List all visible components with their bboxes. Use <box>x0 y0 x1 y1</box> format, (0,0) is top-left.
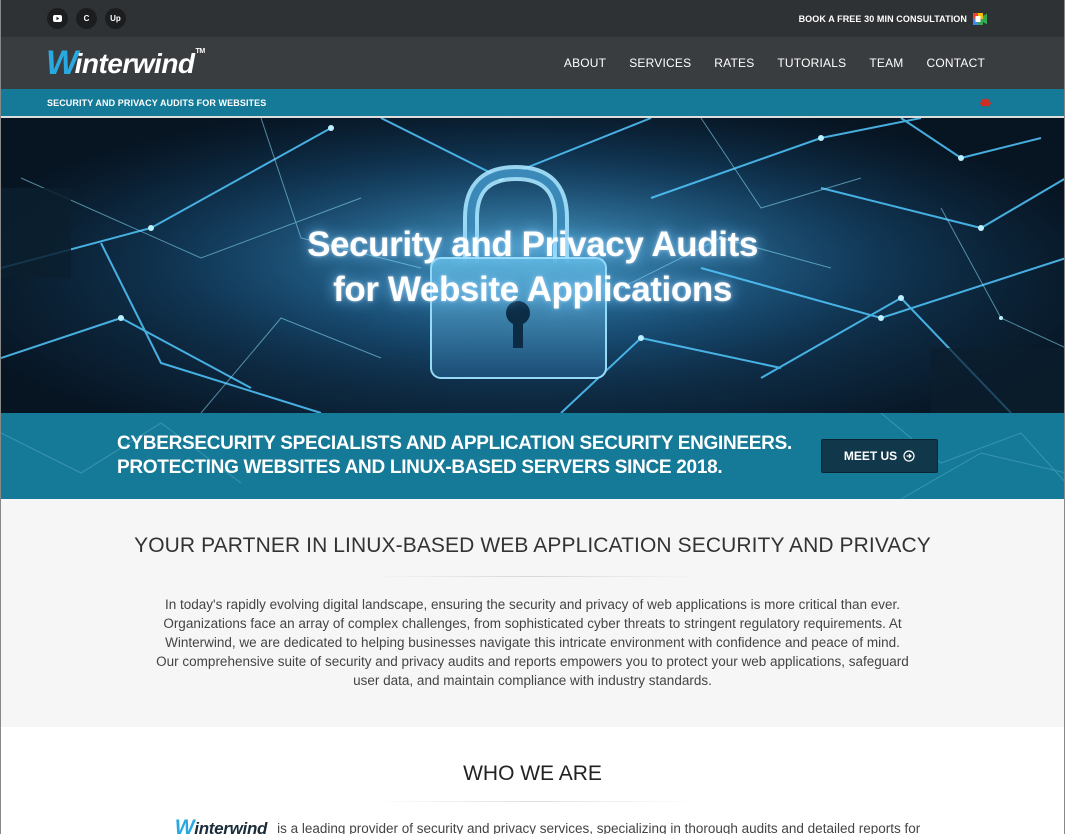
trademark: TM <box>195 48 206 55</box>
who-heading: WHO WE ARE <box>463 762 602 785</box>
nav-menu: ABOUT SERVICES RATES TUTORIALS TEAM CONT… <box>541 56 985 70</box>
callout-band: CYBERSECURITY SPECIALISTS AND APPLICATIO… <box>1 413 1064 499</box>
google-meet-icon <box>973 13 987 25</box>
partner-section: YOUR PARTNER IN LINUX-BASED WEB APPLICAT… <box>1 499 1064 727</box>
upwork-icon[interactable]: Up <box>105 8 126 29</box>
hero-title-line2: for Website Applications <box>333 270 732 309</box>
section-divider <box>367 576 698 577</box>
logo-text: interwind <box>74 48 195 79</box>
nav-item-team[interactable]: TEAM <box>869 56 903 70</box>
top-bar: C Up BOOK A FREE 30 MIN CONSULTATION <box>1 0 1064 37</box>
nav-item-tutorials[interactable]: TUTORIALS <box>777 56 846 70</box>
section-divider <box>367 801 698 802</box>
winterwind-inline-logo: Winterwind <box>174 816 268 834</box>
callout-text: CYBERSECURITY SPECIALISTS AND APPLICATIO… <box>117 432 792 480</box>
nav-item-about[interactable]: ABOUT <box>564 56 606 70</box>
codementor-icon[interactable]: C <box>76 8 97 29</box>
tagline-bar: SECURITY AND PRIVACY AUDITS FOR WEBSITES <box>1 89 1064 118</box>
arrow-circle-icon <box>903 450 915 462</box>
nav-item-contact[interactable]: CONTACT <box>926 56 985 70</box>
partner-heading: YOUR PARTNER IN LINUX-BASED WEB APPLICAT… <box>134 534 931 557</box>
nav-item-services[interactable]: SERVICES <box>629 56 691 70</box>
meet-us-button[interactable]: MEET US <box>821 439 938 473</box>
who-we-are-section: WHO WE ARE Winterwind is a leading provi… <box>1 727 1064 834</box>
maple-leaf-icon <box>979 96 992 109</box>
winterwind-logo[interactable]: W interwind TM <box>46 46 205 80</box>
who-intro: Winterwind is a leading provider of secu… <box>1 816 1064 834</box>
book-consultation-link[interactable]: BOOK A FREE 30 MIN CONSULTATION <box>798 13 987 25</box>
page: C Up BOOK A FREE 30 MIN CONSULTATION W i… <box>0 0 1065 834</box>
consultation-label: BOOK A FREE 30 MIN CONSULTATION <box>798 13 967 24</box>
hero-title-line1: Security and Privacy Audits <box>307 225 758 264</box>
callout-line2: PROTECTING WEBSITES AND LINUX-BASED SERV… <box>117 457 723 478</box>
social-links: C Up <box>47 8 126 29</box>
callout-line1: CYBERSECURITY SPECIALISTS AND APPLICATIO… <box>117 433 792 454</box>
main-navbar: W interwind TM ABOUT SERVICES RATES TUTO… <box>1 37 1064 89</box>
partner-body: In today's rapidly evolving digital land… <box>156 597 909 688</box>
tagline-text: SECURITY AND PRIVACY AUDITS FOR WEBSITES <box>47 97 267 108</box>
who-text: is a leading provider of security and pr… <box>277 820 921 834</box>
nav-item-rates[interactable]: RATES <box>714 56 754 70</box>
hero-banner: Security and Privacy Audits for Website … <box>1 118 1064 413</box>
logo-w: W <box>46 44 78 82</box>
youtube-icon[interactable] <box>47 8 68 29</box>
meet-us-label: MEET US <box>843 449 898 463</box>
hero-title: Security and Privacy Audits for Website … <box>1 222 1064 312</box>
